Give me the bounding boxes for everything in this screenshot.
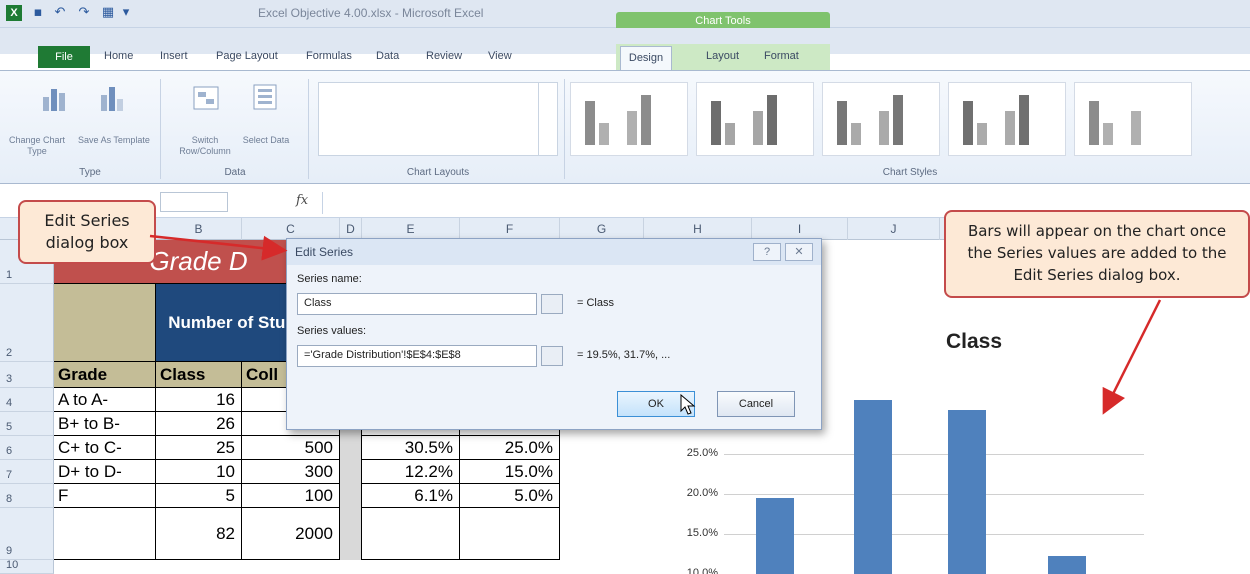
chart-y-tick-label: 15.0% [686,527,718,539]
chart-bar[interactable] [756,498,794,574]
chart-y-tick-label: 10.0% [686,567,718,574]
chart-bar[interactable] [1048,556,1086,574]
arrow-to-chart [1102,299,1162,415]
chart-y-tick-label: 20.0% [686,487,718,499]
arrow-to-dialog [149,234,288,261]
chart-y-tick-label: 25.0% [686,447,718,459]
chart-gridline [724,494,1144,495]
mouse-cursor-icon [680,394,696,415]
chart-bar[interactable] [948,410,986,574]
chart-bar[interactable] [854,400,892,574]
callout-arrows [149,234,1162,415]
chart-gridline [724,454,1144,455]
